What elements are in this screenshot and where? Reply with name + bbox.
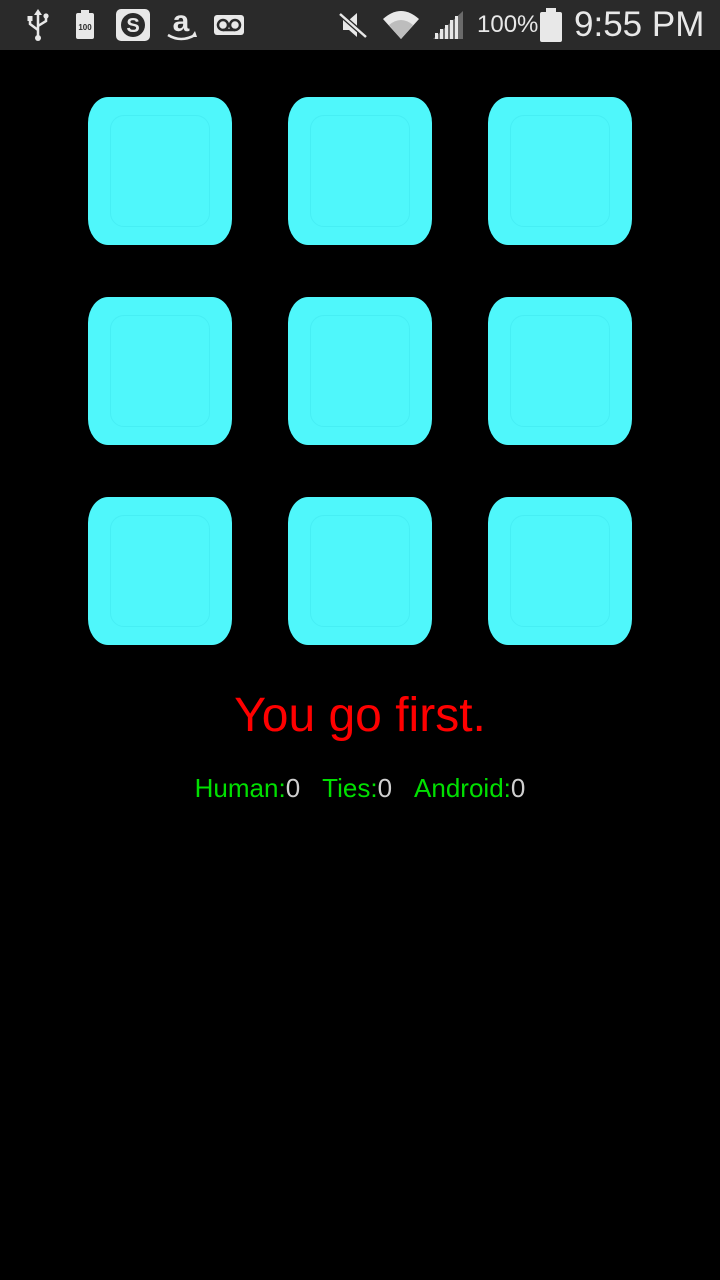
game-board xyxy=(0,50,720,670)
battery-percent: 100% xyxy=(477,11,539,38)
wifi-icon xyxy=(380,7,422,43)
board-cell-5[interactable] xyxy=(288,297,432,445)
human-score-label: Human: xyxy=(194,773,286,803)
android-score-value: 0 xyxy=(510,773,526,803)
board-cell-6[interactable] xyxy=(488,297,632,445)
skype-icon: S xyxy=(114,7,152,43)
turn-message: You go first. xyxy=(234,689,486,742)
scoreboard: Human:0 Ties:0 Android:0 xyxy=(0,770,720,806)
board-cell-3[interactable] xyxy=(488,97,632,245)
android-score-label: Android: xyxy=(414,773,511,803)
board-cell-8[interactable] xyxy=(288,497,432,645)
svg-text:100: 100 xyxy=(78,23,92,32)
svg-text:a: a xyxy=(173,7,190,38)
battery-100-icon: 100 xyxy=(74,7,96,43)
board-cell-1[interactable] xyxy=(88,97,232,245)
usb-icon xyxy=(24,7,52,43)
mute-icon xyxy=(336,7,370,43)
voicemail-icon xyxy=(212,7,246,43)
status-bar: 100 S a 100% 9:55 PM xyxy=(0,0,720,50)
board-cell-2[interactable] xyxy=(288,97,432,245)
ties-score-label: Ties: xyxy=(322,773,378,803)
signal-icon xyxy=(430,7,466,43)
amazon-icon: a xyxy=(164,7,200,43)
svg-text:S: S xyxy=(126,15,139,37)
board-cell-9[interactable] xyxy=(488,497,632,645)
board-cell-7[interactable] xyxy=(88,497,232,645)
clock: 9:55 PM xyxy=(574,5,705,44)
human-score-value: 0 xyxy=(285,773,301,803)
board-cell-4[interactable] xyxy=(88,297,232,445)
battery-icon xyxy=(538,7,564,43)
ties-score-value: 0 xyxy=(377,773,393,803)
